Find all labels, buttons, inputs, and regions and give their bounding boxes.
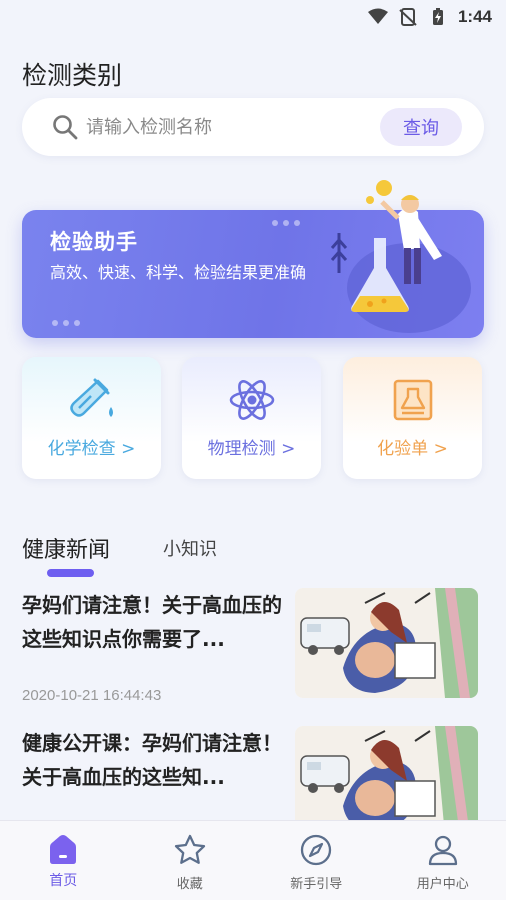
banner[interactable]: 检验助手 高效、快速、科学、检验结果更准确: [22, 180, 484, 338]
decorative-dots: [52, 320, 80, 326]
nav-label: 用户中心: [416, 877, 469, 892]
banner-description: 高效、快速、科学、检验结果更准确: [50, 263, 307, 282]
nav-guide[interactable]: 新手引导: [253, 821, 380, 900]
scientist-illustration: [330, 180, 471, 333]
nav-user-center[interactable]: 用户中心: [380, 821, 506, 900]
category-chemistry[interactable]: 化学检查 >: [22, 357, 161, 479]
tab-tips[interactable]: 小知识: [163, 535, 217, 561]
battery-icon: [432, 8, 443, 25]
nav-label: 首页: [49, 873, 78, 889]
search-button[interactable]: 查询: [380, 108, 462, 146]
nav-label: 新手引导: [290, 877, 343, 892]
home-icon: [50, 835, 77, 864]
test-tube-icon: [69, 378, 113, 417]
category-label: 化验单 >: [377, 439, 448, 459]
tab-health-news[interactable]: 健康新闻: [22, 532, 110, 564]
category-lab-report[interactable]: 化验单 >: [343, 357, 482, 479]
news-thumbnail: [295, 588, 478, 698]
news-item[interactable]: 健康公开课：孕妈们请注意！关于高血压的这些知...: [22, 726, 484, 836]
news-title: 健康公开课：孕妈们请注意！关于高血压的这些知...: [22, 731, 282, 789]
wifi-icon: [367, 8, 388, 24]
compass-icon: [301, 834, 332, 866]
search-icon: [53, 115, 78, 140]
category-label: 物理检测 >: [207, 439, 296, 459]
banner-title: 检验助手: [50, 230, 138, 254]
news-date: 2020-10-21 16:44:43: [22, 687, 162, 704]
tab-indicator: [47, 569, 94, 577]
nav-label: 收藏: [176, 877, 203, 892]
search-bar: 查询: [22, 98, 484, 156]
nav-favorites[interactable]: 收藏: [127, 821, 254, 900]
search-input[interactable]: [86, 116, 376, 138]
star-icon: [174, 834, 205, 864]
atom-icon: [229, 380, 274, 420]
bottom-navigation: 首页 收藏 新手引导 用户中心: [0, 820, 506, 900]
status-time: 1:44: [457, 7, 492, 26]
category-label: 化学检查 >: [47, 439, 136, 459]
page-title: 检测类别: [22, 61, 123, 90]
report-icon: [393, 379, 432, 421]
status-bar: 1:44: [0, 0, 506, 34]
no-sim-icon: [399, 8, 417, 26]
nav-home[interactable]: 首页: [0, 821, 127, 900]
decorative-dots: [272, 220, 300, 226]
news-title: 孕妈们请注意！关于高血压的这些知识点你需要了...: [22, 593, 282, 651]
news-item[interactable]: 孕妈们请注意！关于高血压的这些知识点你需要了... 2020-10-21 16:…: [22, 588, 484, 708]
user-icon: [428, 835, 457, 866]
category-physics[interactable]: 物理检测 >: [182, 357, 321, 479]
